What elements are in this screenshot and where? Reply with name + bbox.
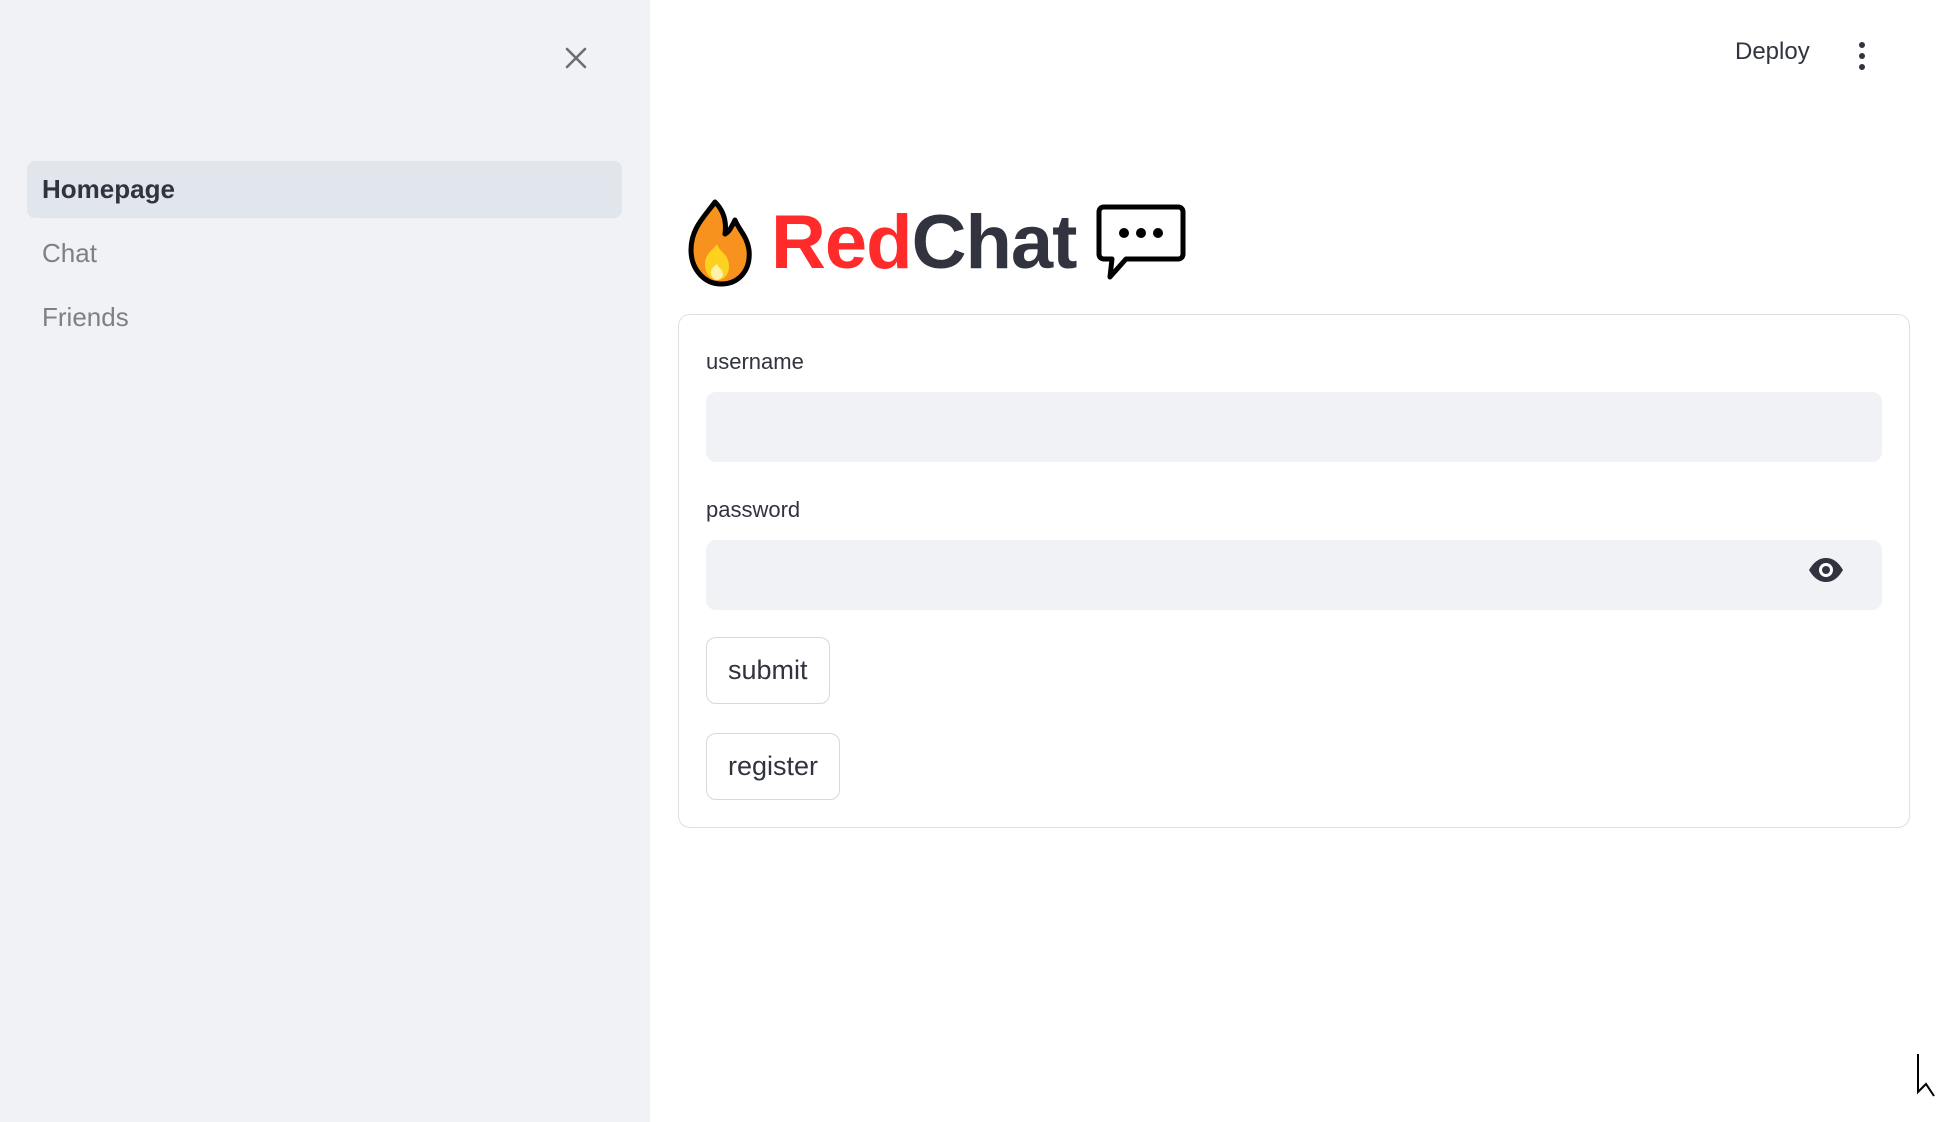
username-label: username — [706, 349, 804, 374]
sidebar-item-label: Friends — [42, 302, 129, 332]
fire-icon — [688, 199, 752, 286]
sidebar-item-friends[interactable]: Friends — [27, 289, 622, 346]
password-label: password — [706, 497, 801, 522]
speech-bubble-icon — [1096, 204, 1186, 279]
sidebar-item-label: Chat — [42, 238, 97, 268]
eye-icon[interactable] — [1807, 556, 1845, 584]
sidebar-item-chat[interactable]: Chat — [27, 225, 622, 282]
page-title: RedChat — [685, 195, 1186, 290]
deploy-button[interactable]: Deploy — [1735, 38, 1810, 66]
sidebar-item-homepage[interactable]: Homepage — [27, 161, 622, 218]
sidebar-item-label: Homepage — [42, 174, 175, 204]
main-content: Deploy RedChat username password submit … — [650, 0, 1936, 1122]
close-icon — [565, 47, 587, 69]
title-red-part: Red — [771, 200, 913, 285]
register-button[interactable]: register — [706, 733, 841, 800]
mouse-cursor-icon — [1917, 1054, 1935, 1097]
sidebar: Homepage Chat Friends — [0, 0, 650, 1122]
sidebar-nav: Homepage Chat Friends — [27, 161, 622, 353]
username-field[interactable] — [706, 392, 1882, 462]
title-dark-part: Chat — [911, 200, 1078, 285]
password-field[interactable] — [706, 540, 1882, 610]
kebab-menu-icon[interactable] — [1850, 36, 1874, 76]
close-sidebar-button[interactable] — [560, 42, 592, 74]
submit-button[interactable]: submit — [706, 637, 830, 704]
login-form: username password submit register — [678, 314, 1910, 828]
